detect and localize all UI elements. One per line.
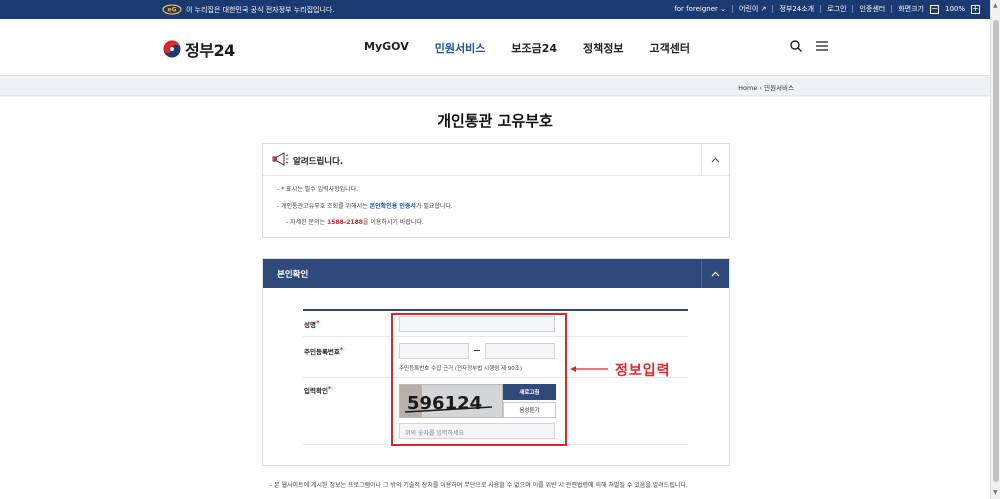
gov-banner: eG 이 누리집은 대한민국 공식 전자정부 누리집입니다. for forei… — [0, 0, 990, 19]
captcha-label-text: 입력확인 — [304, 387, 328, 395]
notice-text: 표시는 필수 입력사항입니다. — [286, 186, 359, 193]
zoom-out-button[interactable]: − — [929, 4, 939, 14]
breadcrumb-current[interactable]: 민원서비스 — [764, 84, 794, 92]
chevron-up-icon — [711, 157, 720, 162]
name-label: 성명* — [304, 319, 320, 329]
foreigner-label: for foreigner — [674, 5, 718, 13]
nav-item-customer-center[interactable]: 고객센터 — [649, 40, 689, 56]
notice-text: 가 필요합니다. — [415, 203, 453, 210]
input-highlight-box — [391, 313, 567, 446]
kids-link[interactable]: 어린이 ↗ — [739, 4, 766, 14]
megaphone-icon — [272, 152, 289, 166]
divider — [732, 5, 734, 13]
bullet: - — [277, 203, 280, 210]
header-actions — [790, 40, 828, 52]
required-star: * — [327, 385, 332, 393]
search-icon[interactable] — [790, 40, 802, 52]
breadcrumb-bar: Home › 민원서비스 — [0, 76, 990, 96]
captcha-label: 입력확인* — [304, 385, 332, 395]
zoom-level: 100% — [944, 5, 965, 13]
cert-link[interactable]: 본인확인용 인증서 — [370, 203, 416, 210]
identity-panel-header: 본인확인 — [263, 259, 729, 288]
screen-size-label: 화면크기 — [898, 5, 924, 13]
bullet: - — [277, 186, 280, 193]
site-header: 정부24 MyGOV 민원서비스 보조금24 정책정보 고객센터 — [0, 19, 990, 76]
cert-center-link[interactable]: 인증센터 — [859, 4, 885, 14]
nav-item-subsidy[interactable]: 보조금24 — [511, 40, 557, 56]
name-label-text: 성명 — [304, 321, 316, 329]
notice-box: 알려드립니다. - * 표시는 필수 입력사항입니다. - 개인통관고유부호 조… — [262, 143, 730, 238]
chevron-up-icon — [711, 271, 720, 276]
gov-emblem-icon: eG — [162, 4, 182, 15]
notice-text: 을 이용하시기 바랍니다. — [362, 219, 424, 226]
form-top-border — [303, 309, 688, 311]
notice-item: - * 표시는 필수 입력사항입니다. — [277, 184, 729, 193]
svg-text:eG: eG — [168, 7, 177, 14]
breadcrumb-home[interactable]: Home — [738, 84, 757, 92]
menu-icon[interactable] — [816, 40, 828, 52]
notice-title: 알려드립니다. — [293, 157, 344, 167]
divider — [820, 5, 822, 13]
required-star: * — [315, 319, 320, 327]
scroll-up-icon[interactable]: ▲ — [993, 2, 998, 9]
taegeuk-logo-icon — [163, 40, 181, 58]
arrow-left-icon — [570, 366, 608, 372]
logo-text: 정부24 — [185, 41, 235, 60]
nav-item-civil-service[interactable]: 민원서비스 — [435, 40, 486, 56]
external-link-icon: ↗ — [760, 5, 767, 13]
divider — [852, 5, 854, 13]
notice-subitem: - 자세한 문의는 1588-2188을 이용하시기 바랍니다. — [277, 217, 729, 226]
zoom-in-button[interactable]: + — [971, 4, 980, 14]
notice-header: 알려드립니다. — [263, 144, 729, 176]
rrn-label-text: 주민등록번호 — [304, 348, 340, 356]
page-title: 개인통관 고유부호 — [437, 112, 553, 130]
scrollbar-thumb[interactable] — [993, 20, 999, 482]
notice-collapse-button[interactable] — [701, 144, 729, 175]
foreigner-link[interactable]: for foreigner ⌄ — [674, 5, 726, 13]
rrn-label: 주민등록번호* — [304, 346, 344, 356]
required-star: * — [339, 346, 344, 354]
notice-text: - 자세한 문의는 — [286, 219, 326, 226]
required-star: * — [281, 186, 285, 193]
site-logo[interactable]: 정부24 — [163, 37, 235, 61]
page-scrollbar[interactable]: ▲ ▼ — [990, 0, 1000, 499]
phone-number: 1588-2188 — [327, 219, 363, 226]
divider — [891, 5, 893, 13]
annotation-label: 정보입력 — [615, 363, 671, 379]
chevron-down-icon: ⌄ — [720, 5, 727, 13]
breadcrumb: Home › 민원서비스 — [738, 82, 794, 92]
notice-text: 개인통관고유부호 조회를 위해서는 — [281, 203, 368, 210]
notice-item: - 개인통관고유부호 조회를 위해서는 본인확인용 인증서가 필요합니다. - … — [277, 201, 729, 226]
notice-list: - * 표시는 필수 입력사항입니다. - 개인통관고유부호 조회를 위해서는 … — [263, 176, 729, 226]
login-link[interactable]: 로그인 — [827, 4, 846, 14]
kids-label: 어린이 — [739, 5, 759, 13]
util-menu: for foreigner ⌄ 어린이 ↗ 정부24소개 로그인 인증센터 화면… — [674, 4, 980, 14]
divider — [772, 5, 774, 13]
scroll-down-icon[interactable]: ▼ — [993, 489, 998, 496]
main-nav: MyGOV 민원서비스 보조금24 정책정보 고객센터 — [364, 40, 690, 56]
copyright-notice: - 본 웹사이트에 게시된 정보는 프로그램이나 그 밖의 기술적 장치를 이용… — [270, 482, 688, 489]
gov-banner-text: 이 누리집은 대한민국 공식 전자정부 누리집입니다. — [186, 6, 335, 14]
nav-item-policy[interactable]: 정책정보 — [583, 40, 623, 56]
about-link[interactable]: 정부24소개 — [779, 4, 814, 14]
panel-collapse-button[interactable] — [701, 259, 729, 288]
nav-item-mygov[interactable]: MyGOV — [364, 40, 409, 56]
identity-panel-title: 본인확인 — [277, 270, 309, 280]
